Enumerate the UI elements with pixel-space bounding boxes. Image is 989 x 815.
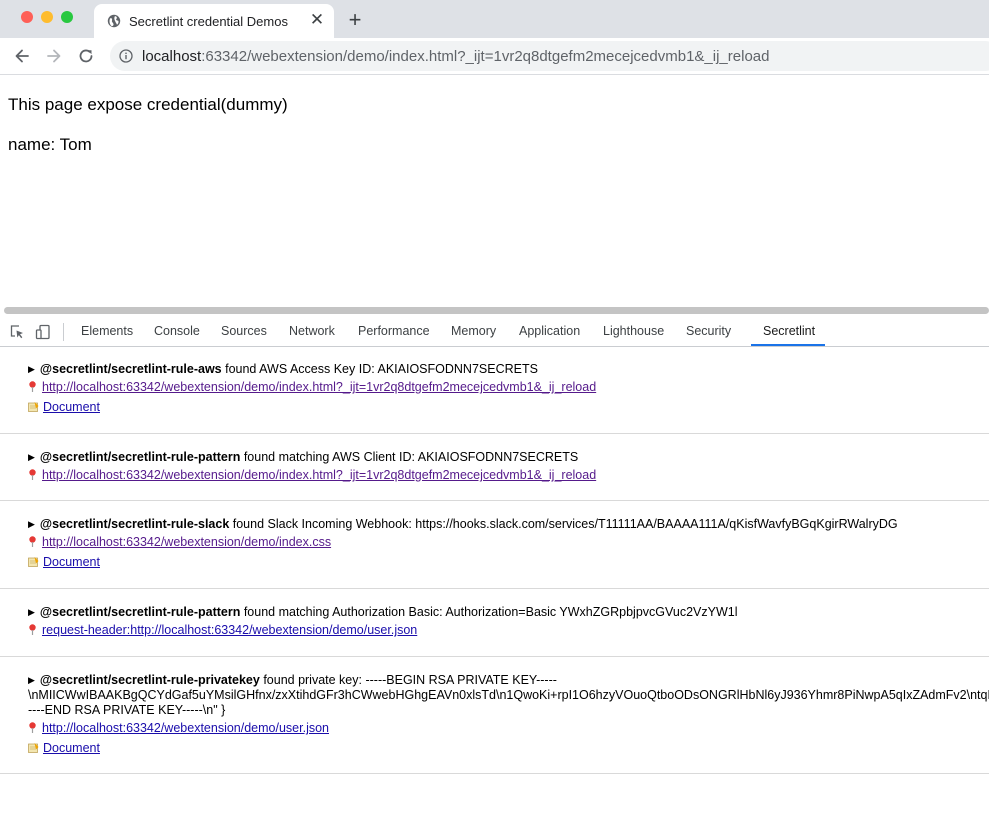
info-icon[interactable] <box>119 49 133 63</box>
browser-toolbar: localhost:63342/webextension/demo/index.… <box>0 38 989 75</box>
minimize-window-button[interactable] <box>41 11 53 23</box>
expand-triangle-icon[interactable]: ▶ <box>28 675 35 685</box>
issue-doc: Document <box>28 741 100 755</box>
devtools-panel: Elements Console Sources Network Perform… <box>0 305 989 815</box>
expand-triangle-icon[interactable]: ▶ <box>28 364 35 374</box>
private-key-end: ----END RSA PRIVATE KEY-----\n" } <box>28 703 226 717</box>
expand-triangle-icon[interactable]: ▶ <box>28 519 35 529</box>
browser-tab[interactable]: Secretlint credential Demos ✕ <box>94 4 334 38</box>
issue-item: ▶ @secretlint/secretlint-rule-aws found A… <box>0 347 989 434</box>
issue-location: http://localhost:63342/webextension/demo… <box>28 468 596 482</box>
issue-url-link[interactable]: http://localhost:63342/webextension/demo… <box>42 721 329 735</box>
issue-item: ▶ @secretlint/secretlint-rule-pattern fou… <box>0 434 989 501</box>
devtools-tab-bar: Elements Console Sources Network Perform… <box>0 317 989 347</box>
url-host: localhost <box>142 48 202 65</box>
issue-message: found matching Authorization Basic: Auth… <box>240 605 738 619</box>
issue-url-link[interactable]: http://localhost:63342/webextension/demo… <box>42 380 596 394</box>
issue-item: ▶ @secretlint/secretlint-rule-privatekey … <box>0 657 989 774</box>
issue-summary[interactable]: ▶ @secretlint/secretlint-rule-slack found… <box>28 517 898 531</box>
rule-name: @secretlint/secretlint-rule-aws <box>39 362 222 376</box>
issue-item: ▶ @secretlint/secretlint-rule-pattern fou… <box>0 589 989 657</box>
device-toolbar-icon[interactable] <box>35 324 51 340</box>
issue-url-link[interactable]: http://localhost:63342/webextension/demo… <box>42 535 331 549</box>
rule-name: @secretlint/secretlint-rule-pattern <box>39 605 241 619</box>
toolbar-divider <box>63 323 64 341</box>
issue-doc: Document <box>28 555 100 569</box>
expand-triangle-icon[interactable]: ▶ <box>28 607 35 617</box>
document-link[interactable]: Document <box>43 555 100 569</box>
tab-network[interactable]: Network <box>289 317 335 346</box>
tab-performance[interactable]: Performance <box>358 317 430 346</box>
issue-location: http://localhost:63342/webextension/demo… <box>28 535 331 549</box>
maximize-window-button[interactable] <box>61 11 73 23</box>
rule-name: @secretlint/secretlint-rule-privatekey <box>39 673 260 687</box>
url-text[interactable]: localhost:63342/webextension/demo/index.… <box>142 48 769 65</box>
document-link[interactable]: Document <box>43 741 100 755</box>
issue-message: found Slack Incoming Webhook: https://ho… <box>229 517 898 531</box>
tab-elements[interactable]: Elements <box>81 317 133 346</box>
pushpin-icon <box>29 624 36 635</box>
pushpin-icon <box>29 381 36 392</box>
issue-summary[interactable]: ▶ @secretlint/secretlint-rule-pattern fou… <box>28 605 737 619</box>
rule-name: @secretlint/secretlint-rule-pattern <box>39 450 241 464</box>
memo-icon <box>28 402 39 412</box>
tab-application[interactable]: Application <box>519 317 580 346</box>
tab-title: Secretlint credential Demos <box>129 14 288 29</box>
inspect-element-icon[interactable] <box>9 324 25 340</box>
private-key-body: \nMIICWwIBAAKBgQCYdGaf5uYMsilGHfnx/zxXti… <box>28 688 989 702</box>
memo-icon <box>28 743 39 753</box>
tab-strip: Secretlint credential Demos ✕ + <box>0 0 989 38</box>
issue-summary[interactable]: ▶ @secretlint/secretlint-rule-pattern fou… <box>28 450 578 464</box>
issue-location: http://localhost:63342/webextension/demo… <box>28 721 329 735</box>
page-text-credential: This page expose credential(dummy) <box>8 95 288 114</box>
page-content: This page expose credential(dummy) name:… <box>0 75 989 305</box>
issue-doc: Document <box>28 400 100 414</box>
active-tab-indicator <box>751 344 825 346</box>
issue-url-link[interactable]: http://localhost:63342/webextension/demo… <box>42 468 596 482</box>
tab-close-icon[interactable]: ✕ <box>308 11 326 29</box>
reload-icon[interactable] <box>76 46 96 66</box>
tab-memory[interactable]: Memory <box>451 317 496 346</box>
issue-summary[interactable]: ▶ @secretlint/secretlint-rule-aws found A… <box>28 362 538 376</box>
new-tab-button[interactable]: + <box>344 9 366 31</box>
issue-location: request-header:http://localhost:63342/we… <box>28 623 417 637</box>
secretlint-results: ▶ @secretlint/secretlint-rule-aws found A… <box>0 347 989 774</box>
tab-sources[interactable]: Sources <box>221 317 267 346</box>
globe-icon <box>107 14 121 28</box>
pushpin-icon <box>29 536 36 547</box>
issue-item: ▶ @secretlint/secretlint-rule-slack found… <box>0 501 989 589</box>
issue-message: found matching AWS Client ID: AKIAIOSFOD… <box>240 450 579 464</box>
close-window-button[interactable] <box>21 11 33 23</box>
issue-message: found private key: -----BEGIN RSA PRIVAT… <box>259 673 557 687</box>
rule-name: @secretlint/secretlint-rule-slack <box>39 517 230 531</box>
forward-arrow-icon[interactable] <box>44 46 64 66</box>
issue-message: found AWS Access Key ID: AKIAIOSFODNN7SE… <box>221 362 538 376</box>
url-path: :63342/webextension/demo/index.html?_ijt… <box>201 48 770 65</box>
back-arrow-icon[interactable] <box>12 46 32 66</box>
issue-location: http://localhost:63342/webextension/demo… <box>28 380 596 394</box>
tab-secretlint[interactable]: Secretlint <box>763 317 815 346</box>
page-text-name: name: Tom <box>8 135 92 154</box>
issue-summary[interactable]: ▶ @secretlint/secretlint-rule-privatekey … <box>28 673 557 687</box>
memo-icon <box>28 557 39 567</box>
document-link[interactable]: Document <box>43 400 100 414</box>
tab-console[interactable]: Console <box>154 317 200 346</box>
pushpin-icon <box>29 722 36 733</box>
devtools-resize-handle[interactable] <box>4 307 989 314</box>
tab-security[interactable]: Security <box>686 317 731 346</box>
issue-url-link[interactable]: request-header:http://localhost:63342/we… <box>42 623 417 637</box>
expand-triangle-icon[interactable]: ▶ <box>28 452 35 462</box>
tab-lighthouse[interactable]: Lighthouse <box>603 317 664 346</box>
address-bar[interactable]: localhost:63342/webextension/demo/index.… <box>110 41 989 71</box>
pushpin-icon <box>29 469 36 480</box>
